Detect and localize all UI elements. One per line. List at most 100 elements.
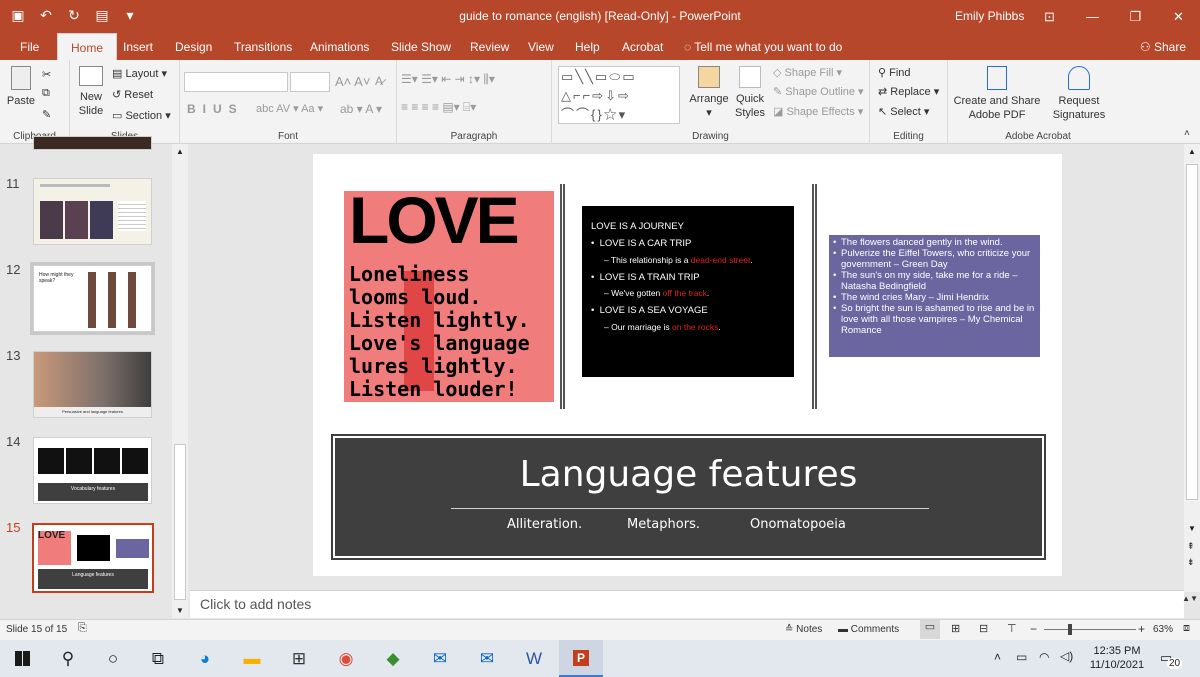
- user-name[interactable]: Emily Phibbs: [955, 9, 1024, 23]
- minimize-button[interactable]: —: [1071, 0, 1114, 33]
- thumbnail-slide-12[interactable]: How might they speak?: [30, 262, 155, 335]
- cut-icon[interactable]: ✂: [42, 68, 51, 81]
- scroll-down-icon[interactable]: ▼: [176, 606, 184, 615]
- scrollbar-thumb[interactable]: [1186, 164, 1198, 500]
- edge-icon[interactable]: ◕: [183, 640, 227, 677]
- shape-outline-button[interactable]: ✎ Shape Outline ▾: [773, 85, 864, 98]
- notes-pane[interactable]: Click to add notes ▲▼: [190, 590, 1198, 618]
- font-size-combo[interactable]: [290, 72, 330, 92]
- mail-icon[interactable]: ✉: [465, 640, 509, 677]
- paste-button[interactable]: Paste: [6, 66, 36, 108]
- previous-slide-icon[interactable]: ⇞: [1187, 541, 1195, 552]
- show-hidden-icons[interactable]: ˄: [994, 650, 1001, 664]
- accessibility-icon[interactable]: ⎘: [78, 622, 87, 635]
- tab-view[interactable]: View: [528, 40, 554, 54]
- zoom-slider-thumb[interactable]: [1068, 624, 1072, 635]
- slide-scrollbar[interactable]: ▲ ▼ ⇞ ⇟: [1184, 144, 1200, 592]
- title-banner[interactable]: Language features Alliteration. Metaphor…: [331, 434, 1046, 560]
- shape-fill-button[interactable]: ◇ Shape Fill ▾: [773, 66, 842, 79]
- tab-animations[interactable]: Animations: [310, 40, 369, 54]
- thumbnail-slide-14[interactable]: Vocabulary features: [33, 437, 152, 504]
- shape-effects-button[interactable]: ◪ Shape Effects ▾: [773, 105, 863, 118]
- zoom-slider[interactable]: [1044, 629, 1136, 630]
- windows-start-icon[interactable]: [0, 640, 44, 677]
- notes-toggle[interactable]: ≙ Notes: [785, 624, 822, 635]
- notes-scroll-icon[interactable]: ▲▼: [1182, 594, 1198, 603]
- font-name-combo[interactable]: [184, 72, 288, 92]
- task-view-icon[interactable]: ⧉: [136, 640, 180, 677]
- strikethrough-icon[interactable]: abc AV ▾ Aa ▾: [256, 102, 323, 115]
- zoom-out-icon[interactable]: −: [1030, 622, 1037, 636]
- select-button[interactable]: ↖ Select ▾: [878, 105, 929, 118]
- battery-icon[interactable]: ▭: [1016, 650, 1027, 664]
- share-button[interactable]: ⚇ Share: [1140, 40, 1186, 54]
- new-slide-button[interactable]: New Slide: [76, 66, 106, 118]
- font-color-icon[interactable]: ab ▾ A ▾: [340, 102, 382, 116]
- find-button[interactable]: ⚲ Find: [878, 66, 911, 79]
- replace-button[interactable]: ⇄ Replace ▾: [878, 85, 939, 98]
- format-painter-icon[interactable]: ✎: [42, 108, 51, 121]
- cortana-icon[interactable]: ○: [91, 640, 135, 677]
- love-poem-image[interactable]: LOVE Loneliness looms loud. Listen light…: [344, 191, 554, 402]
- tab-review[interactable]: Review: [470, 40, 509, 54]
- clock[interactable]: 12:35 PM 11/10/2021: [1086, 644, 1148, 672]
- slide-sorter-icon[interactable]: ⊞: [951, 622, 960, 635]
- thumbnail-slide-13[interactable]: Persuasive and language features: [33, 351, 152, 418]
- bullets-icon[interactable]: ☰▾ ☰▾ ⇤ ⇥ ↕▾ ⫼▾: [401, 72, 495, 87]
- zoom-level[interactable]: 63%: [1153, 624, 1173, 635]
- fit-slide-icon[interactable]: ⧈: [1183, 622, 1190, 635]
- clear-format-icon[interactable]: A̷: [375, 74, 383, 88]
- section-button[interactable]: ▭ Section ▾: [112, 109, 171, 122]
- tab-slide-show[interactable]: Slide Show: [391, 40, 451, 54]
- arrange-button[interactable]: Arrange ▾: [686, 66, 732, 120]
- tab-insert[interactable]: Insert: [123, 40, 153, 54]
- thumbnail-10-partial[interactable]: [33, 136, 152, 150]
- reading-view-icon[interactable]: ⊟: [979, 622, 988, 635]
- scrollbar-thumb[interactable]: [174, 444, 186, 600]
- tell-me-search[interactable]: ◌ Tell me what you want to do: [684, 40, 842, 54]
- copy-icon[interactable]: ⧉: [42, 87, 50, 100]
- wifi-icon[interactable]: ◠: [1039, 650, 1049, 664]
- quotes-box[interactable]: The flowers danced gently in the wind. P…: [829, 235, 1040, 357]
- tab-design[interactable]: Design: [175, 40, 212, 54]
- tab-help[interactable]: Help: [575, 40, 600, 54]
- metaphor-box[interactable]: LOVE IS A JOURNEY • LOVE IS A CAR TRIP –…: [582, 206, 794, 377]
- zoom-in-icon[interactable]: +: [1138, 622, 1145, 636]
- volume-icon[interactable]: ◁): [1060, 649, 1073, 663]
- scroll-up-icon[interactable]: ▲: [1188, 147, 1196, 156]
- maximize-button[interactable]: ❐: [1114, 0, 1157, 33]
- chrome-icon[interactable]: ◉: [324, 640, 368, 677]
- scroll-up-icon[interactable]: ▲: [176, 147, 184, 156]
- tab-transitions[interactable]: Transitions: [234, 40, 292, 54]
- search-icon[interactable]: ⚲: [46, 640, 90, 677]
- store-icon[interactable]: ⊞: [277, 640, 321, 677]
- ribbon-display-icon[interactable]: ⊡: [1028, 0, 1071, 33]
- outlook-icon[interactable]: ✉: [418, 640, 462, 677]
- align-icons[interactable]: ≡ ≡ ≡ ≡ ▤▾ ⌸▾: [401, 100, 476, 115]
- thumbnail-scrollbar[interactable]: ▲ ▼: [172, 144, 188, 618]
- request-signatures-button[interactable]: Request Signatures: [1044, 66, 1114, 122]
- close-button[interactable]: ✕: [1157, 0, 1200, 33]
- shapes-gallery[interactable]: ▭╲╲▭⬭▭ △⌐⌐⇨⇩⇨ ⌒⌒{}☆▾: [558, 66, 680, 124]
- layout-button[interactable]: ▤ Layout ▾: [112, 67, 167, 80]
- grow-font-icon[interactable]: A˄ A˅: [335, 74, 370, 89]
- slideshow-icon[interactable]: ⊤: [1007, 622, 1017, 635]
- tab-home[interactable]: Home: [57, 33, 118, 60]
- file-explorer-icon[interactable]: ▬: [230, 640, 274, 677]
- reset-button[interactable]: ↺ Reset: [112, 88, 153, 101]
- normal-view-icon[interactable]: ▭: [920, 620, 940, 639]
- feedly-icon[interactable]: ◆: [371, 640, 415, 677]
- next-slide-icon[interactable]: ⇟: [1187, 557, 1195, 568]
- comments-toggle[interactable]: ▬ Comments: [838, 624, 899, 635]
- collapse-ribbon-icon[interactable]: ˄: [1184, 128, 1190, 139]
- tab-acrobat[interactable]: Acrobat: [622, 40, 663, 54]
- tab-file[interactable]: File: [20, 40, 39, 54]
- powerpoint-icon[interactable]: P: [559, 640, 603, 677]
- thumbnail-slide-15[interactable]: LOVE Language features: [32, 523, 154, 593]
- create-pdf-button[interactable]: Create and Share Adobe PDF: [950, 66, 1044, 122]
- word-icon[interactable]: W: [512, 640, 556, 677]
- scroll-down-icon[interactable]: ▼: [1188, 524, 1196, 533]
- quick-styles-button[interactable]: Quick Styles: [732, 66, 768, 120]
- thumbnail-slide-11[interactable]: [33, 178, 152, 245]
- font-format-icons[interactable]: BIUS: [187, 102, 244, 116]
